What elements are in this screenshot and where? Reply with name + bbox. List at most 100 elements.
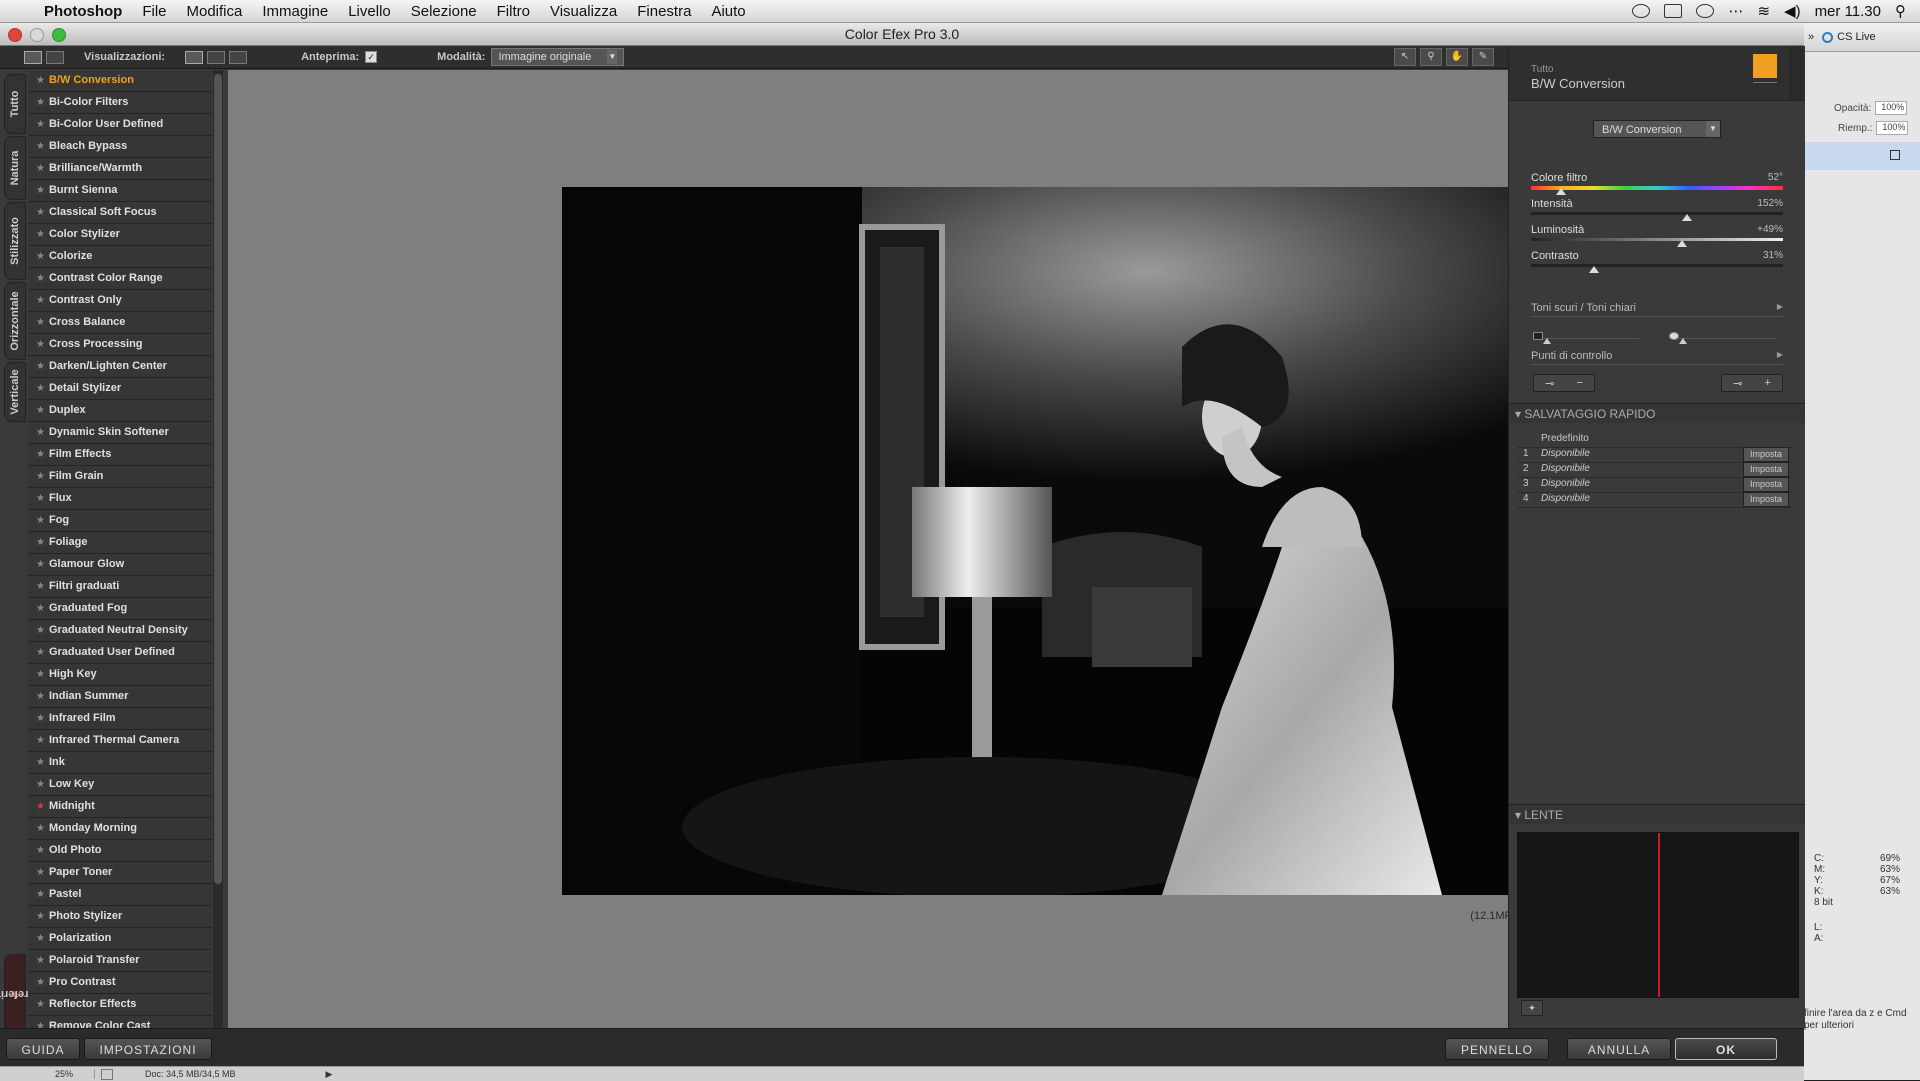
loupe-pin-icon[interactable]: ✦: [1521, 1000, 1543, 1016]
triangle-right-icon[interactable]: ▶: [326, 1069, 333, 1080]
zoom-button[interactable]: [52, 28, 66, 42]
tab-natura[interactable]: Natura: [4, 136, 26, 200]
star-icon[interactable]: ★: [36, 911, 45, 922]
ok-button[interactable]: OK: [1675, 1038, 1777, 1060]
quick-save-header[interactable]: ▾ SALVATAGGIO RAPIDO: [1509, 403, 1805, 423]
filter-item[interactable]: ★ Polaroid Transfer: [28, 950, 212, 972]
clock[interactable]: mer 11.30: [1815, 3, 1881, 20]
menu-item-modifica[interactable]: Modifica: [177, 3, 253, 20]
filter-item[interactable]: ★ Film Grain: [28, 466, 212, 488]
add-control-point-button[interactable]: ⊸ +: [1721, 374, 1783, 392]
filter-item[interactable]: ★ Filtri graduati: [28, 576, 212, 598]
star-icon[interactable]: ★: [36, 449, 45, 460]
set-button[interactable]: Imposta: [1743, 492, 1789, 507]
slider-1[interactable]: Colore filtro 52°: [1531, 172, 1783, 200]
filter-item[interactable]: ★ Cross Balance: [28, 312, 212, 334]
star-icon[interactable]: ★: [36, 603, 45, 614]
shadows-slider[interactable]: [1533, 332, 1639, 344]
star-icon[interactable]: ★: [36, 779, 45, 790]
cs-live-button[interactable]: CS Live: [1822, 31, 1876, 43]
star-icon[interactable]: ★: [36, 735, 45, 746]
slider-track[interactable]: [1531, 264, 1783, 267]
filter-item[interactable]: ★ Fog: [28, 510, 212, 532]
set-button[interactable]: Imposta: [1743, 477, 1789, 492]
filter-item[interactable]: ★ Duplex: [28, 400, 212, 422]
star-icon[interactable]: ★: [36, 537, 45, 548]
star-icon[interactable]: ★: [36, 339, 45, 350]
filter-item[interactable]: ★ Film Effects: [28, 444, 212, 466]
filter-item[interactable]: ★ B/W Conversion: [28, 70, 212, 92]
display-icon[interactable]: [1664, 4, 1683, 18]
tab-stilizzato[interactable]: Stilizzato: [4, 202, 26, 280]
filter-item[interactable]: ★ Monday Morning: [28, 818, 212, 840]
star-icon[interactable]: ★: [36, 185, 45, 196]
star-icon[interactable]: ★: [36, 493, 45, 504]
star-icon[interactable]: ★: [36, 273, 45, 284]
filter-item[interactable]: ★ Bleach Bypass: [28, 136, 212, 158]
bluetooth-icon[interactable]: ⋯: [1728, 2, 1743, 20]
star-icon[interactable]: ★: [36, 669, 45, 680]
star-icon[interactable]: ★: [36, 559, 45, 570]
hand-tool-icon[interactable]: ✋: [1446, 48, 1468, 66]
filter-item[interactable]: ★ Flux: [28, 488, 212, 510]
highlights-handle[interactable]: [1679, 338, 1687, 344]
zoom-level[interactable]: 25%: [34, 1069, 95, 1079]
filter-item[interactable]: ★ Bi-Color Filters: [28, 92, 212, 114]
set-button[interactable]: Imposta: [1743, 462, 1789, 477]
tab-orizzontale[interactable]: Orizzontale: [4, 282, 26, 360]
star-icon[interactable]: ★: [36, 141, 45, 152]
menu-item-aiuto[interactable]: Aiuto: [701, 3, 755, 20]
filter-item[interactable]: ★ Classical Soft Focus: [28, 202, 212, 224]
star-icon[interactable]: ★: [36, 955, 45, 966]
filter-item[interactable]: ★ Darken/Lighten Center: [28, 356, 212, 378]
preview-canvas[interactable]: _D3S8908.JPG (12.1MP, ISO 400, NIKON D3S…: [228, 70, 1626, 1028]
filter-item[interactable]: ★ Colorize: [28, 246, 212, 268]
menu-item-filtro[interactable]: Filtro: [487, 3, 540, 20]
zoom-tool-icon[interactable]: ⚲: [1420, 48, 1442, 66]
tab-verticale[interactable]: Verticale: [4, 362, 26, 422]
filter-item[interactable]: ★ Midnight: [28, 796, 212, 818]
view-mode-side[interactable]: [229, 50, 248, 64]
filter-item[interactable]: ★ Color Stylizer: [28, 224, 212, 246]
highlights-slider[interactable]: [1669, 332, 1777, 344]
star-icon[interactable]: ★: [36, 163, 45, 174]
filter-item[interactable]: ★ Indian Summer: [28, 686, 212, 708]
menu-item-immagine[interactable]: Immagine: [252, 3, 338, 20]
scrollbar-thumb[interactable]: [214, 74, 222, 884]
filter-list-scrollbar[interactable]: [213, 70, 223, 1028]
mode-select[interactable]: Immagine originale ▼: [491, 48, 625, 66]
star-icon[interactable]: ★: [36, 317, 45, 328]
spotlight-icon[interactable]: ⚲: [1895, 2, 1906, 20]
star-icon[interactable]: ★: [36, 471, 45, 482]
slider-track[interactable]: [1531, 212, 1783, 215]
star-icon[interactable]: ★: [36, 119, 45, 130]
filter-item[interactable]: ★ Pro Contrast: [28, 972, 212, 994]
slider-4[interactable]: Contrasto 31%: [1531, 250, 1783, 278]
filter-item[interactable]: ★ Reflector Effects: [28, 994, 212, 1016]
menu-item-selezione[interactable]: Selezione: [401, 3, 487, 20]
filter-item[interactable]: ★ Infrared Film: [28, 708, 212, 730]
slider-2[interactable]: Intensità 152%: [1531, 198, 1783, 226]
tones-section[interactable]: Toni scuri / Toni chiari ▶: [1531, 302, 1783, 317]
filter-item[interactable]: ★ Burnt Sienna: [28, 180, 212, 202]
star-icon[interactable]: ★: [36, 647, 45, 658]
slider-handle[interactable]: [1677, 240, 1688, 247]
set-button[interactable]: Imposta: [1743, 447, 1789, 462]
filter-item[interactable]: ★ Graduated User Defined: [28, 642, 212, 664]
star-icon[interactable]: ★: [36, 295, 45, 306]
star-icon[interactable]: ★: [36, 427, 45, 438]
filter-item[interactable]: ★ High Key: [28, 664, 212, 686]
star-icon[interactable]: ★: [36, 405, 45, 416]
filter-item[interactable]: ★ Remove Color Cast: [28, 1016, 212, 1028]
star-icon[interactable]: ★: [36, 251, 45, 262]
filter-item[interactable]: ★ Contrast Color Range: [28, 268, 212, 290]
filter-item[interactable]: ★ Glamour Glow: [28, 554, 212, 576]
tab-tutto[interactable]: Tutto: [4, 74, 26, 134]
star-icon[interactable]: ★: [36, 713, 45, 724]
slider-track[interactable]: [1531, 238, 1783, 241]
menu-app[interactable]: Photoshop: [34, 3, 132, 20]
menu-item-finestra[interactable]: Finestra: [627, 3, 701, 20]
control-points-section[interactable]: Punti di controllo ▶: [1531, 350, 1783, 365]
star-icon[interactable]: ★: [36, 889, 45, 900]
star-icon[interactable]: ★: [36, 229, 45, 240]
